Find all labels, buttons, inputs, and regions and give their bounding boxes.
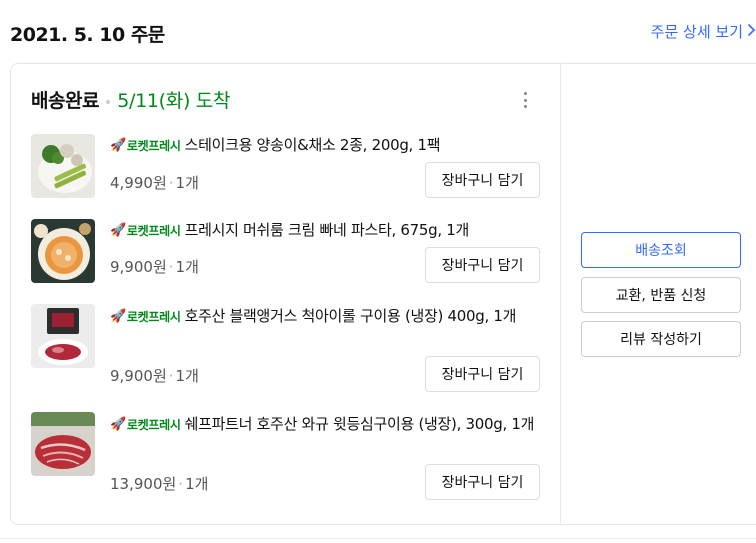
product-name-text: 쉐프파트너 호주산 와규 윗등심구이용 (냉장), 300g, 1개 [184, 415, 535, 433]
delivery-status: 배송완료 [31, 90, 99, 112]
rocket-fresh-badge: 🚀 로켓프레시 [110, 305, 181, 329]
product-price-qty: 13,900원 · 1개 [110, 475, 209, 493]
rocket-fresh-badge: 🚀 로켓프레시 [110, 219, 181, 243]
product-price-qty: 9,900원 · 1개 [110, 258, 199, 276]
product-thumbnail[interactable] [31, 134, 95, 198]
badge-label: 로켓프레시 [126, 139, 181, 153]
delivery-status-row: 배송완료 • 5/11(화) 도착 [31, 86, 230, 113]
order-detail-link[interactable]: 주문 상세 보기 [651, 21, 756, 42]
product-name[interactable]: 🚀 로켓프레시 프레시지 머쉬룸 크림 빠네 파스타, 675g, 1개 [110, 218, 540, 243]
add-to-cart-button[interactable]: 장바구니 담기 [425, 356, 540, 392]
product-price: 9,900원 [110, 258, 167, 276]
card-divider [560, 63, 561, 525]
product-qty: 1개 [175, 174, 199, 192]
track-delivery-button[interactable]: 배송조회 [581, 232, 741, 268]
rocket-icon: 🚀 [110, 417, 126, 432]
write-review-button[interactable]: 리뷰 작성하기 [581, 321, 741, 357]
add-to-cart-button[interactable]: 장바구니 담기 [425, 464, 540, 500]
badge-label: 로켓프레시 [126, 418, 181, 432]
status-separator: • [103, 95, 113, 111]
section-divider [0, 538, 756, 539]
product-price: 9,900원 [110, 367, 167, 385]
product-qty: 1개 [175, 367, 199, 385]
product-name-text: 스테이크용 양송이&채소 2종, 200g, 1팩 [184, 136, 441, 154]
order-detail-label: 주문 상세 보기 [650, 23, 743, 41]
product-price: 13,900원 [110, 475, 177, 493]
product-thumbnail[interactable] [31, 219, 95, 283]
product-price: 4,990원 [110, 174, 167, 192]
rocket-fresh-badge: 🚀 로켓프레시 [110, 134, 181, 158]
more-options-icon[interactable] [517, 90, 533, 110]
product-name[interactable]: 🚀 로켓프레시 호주산 블랙앵거스 척아이롤 구이용 (냉장) 400g, 1개 [110, 304, 540, 329]
order-date-title: 2021. 5. 10 주문 [10, 24, 165, 46]
rocket-icon: 🚀 [110, 138, 126, 153]
add-to-cart-button[interactable]: 장바구니 담기 [425, 247, 540, 283]
product-name-text: 호주산 블랙앵거스 척아이롤 구이용 (냉장) 400g, 1개 [184, 307, 517, 325]
product-thumbnail[interactable] [31, 304, 95, 368]
product-name[interactable]: 🚀 로켓프레시 쉐프파트너 호주산 와규 윗등심구이용 (냉장), 300g, 1개 [110, 412, 540, 437]
rocket-icon: 🚀 [110, 309, 126, 324]
badge-label: 로켓프레시 [126, 310, 181, 324]
exchange-return-button[interactable]: 교환, 반품 신청 [581, 277, 741, 313]
badge-label: 로켓프레시 [126, 224, 181, 238]
product-price-qty: 4,990원 · 1개 [110, 174, 199, 192]
product-name-text: 프레시지 머쉬룸 크림 빠네 파스타, 675g, 1개 [184, 221, 470, 239]
chevron-right-icon [747, 23, 756, 41]
product-qty: 1개 [175, 258, 199, 276]
rocket-fresh-badge: 🚀 로켓프레시 [110, 413, 181, 437]
product-thumbnail[interactable] [31, 412, 95, 476]
arrival-date: 5/11(화) 도착 [117, 90, 231, 112]
product-price-qty: 9,900원 · 1개 [110, 367, 199, 385]
order-header: 2021. 5. 10 주문 주문 상세 보기 [0, 0, 756, 64]
add-to-cart-button[interactable]: 장바구니 담기 [425, 162, 540, 198]
product-name[interactable]: 🚀 로켓프레시 스테이크용 양송이&채소 2종, 200g, 1팩 [110, 133, 540, 158]
rocket-icon: 🚀 [110, 223, 126, 238]
product-qty: 1개 [185, 475, 209, 493]
